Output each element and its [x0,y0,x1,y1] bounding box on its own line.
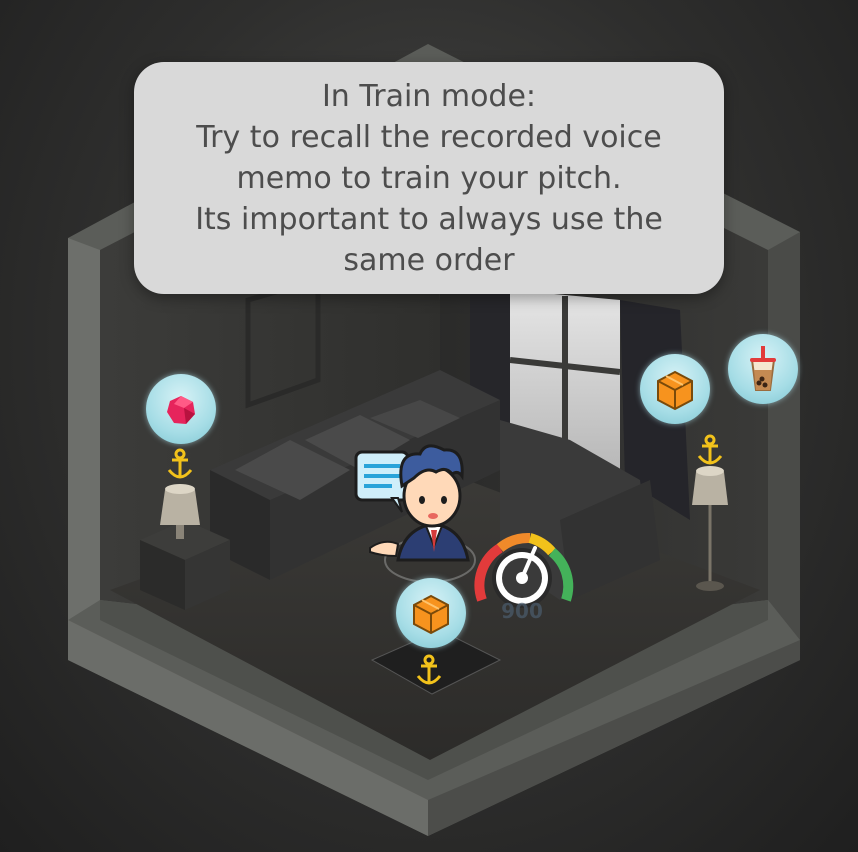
gem-icon [167,396,195,424]
box-icon [413,594,449,635]
left-wall-edge [68,238,100,620]
item-bubble-box-right[interactable] [640,354,710,424]
tooltip-line: Its important to always use the [195,201,663,237]
box-icon [657,370,693,411]
tooltip-line: memo to train your pitch. [236,160,622,196]
tooltip-line: Try to recall the recorded voice [196,119,662,155]
tooltip-line: same order [343,242,515,278]
instruction-tooltip: In Train mode: Try to recall the recorde… [134,62,724,294]
gauge-value: 900 [501,599,543,623]
item-bubble-gem[interactable] [146,374,216,444]
item-bubble-drink[interactable] [728,334,798,404]
item-bubble-box-center[interactable] [396,578,466,648]
tooltip-line: In Train mode: [321,78,537,114]
bubble-tea-icon [750,346,776,391]
right-wall-edge [768,232,800,640]
